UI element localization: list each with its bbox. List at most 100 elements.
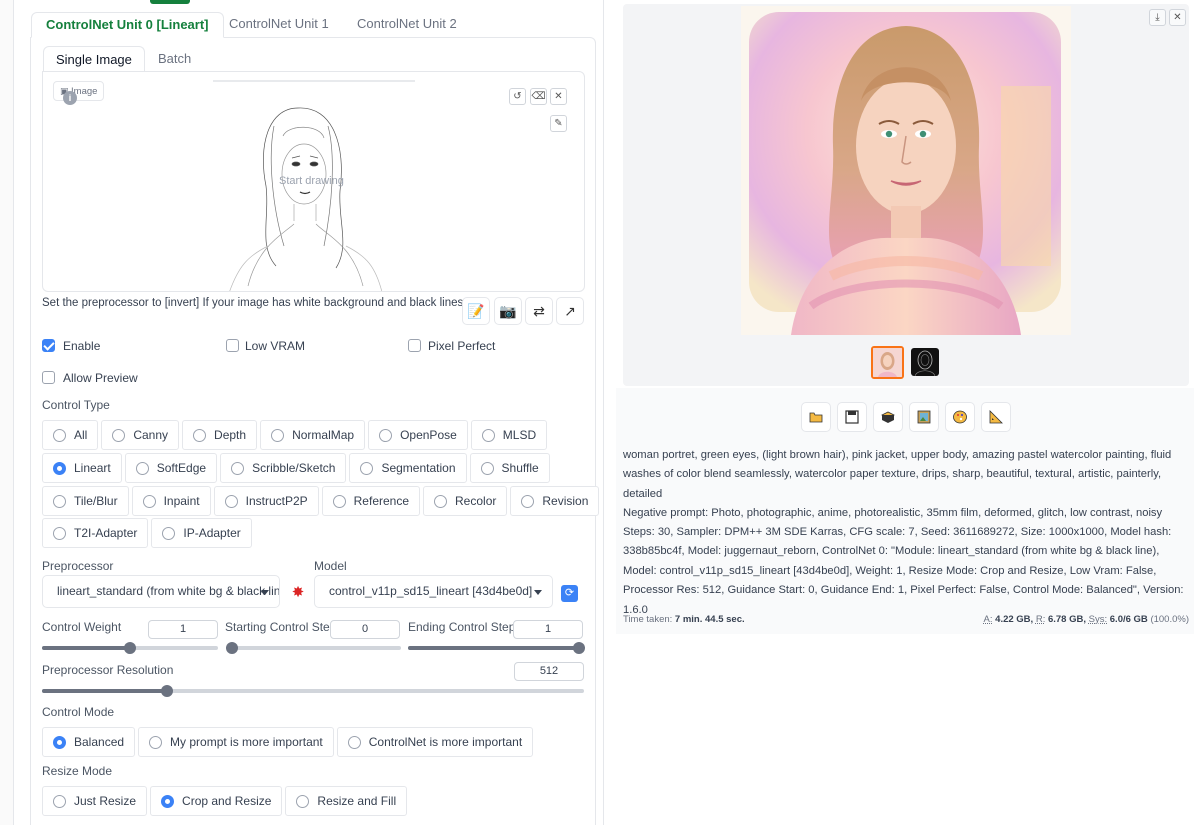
radio-label: Resize and Fill <box>317 794 397 808</box>
send-to-extras-icon[interactable] <box>981 402 1011 432</box>
control-type-lineart[interactable]: Lineart <box>42 453 122 483</box>
radio-dot <box>53 494 66 508</box>
radio-label: Recolor <box>455 494 497 508</box>
radio-label: Segmentation <box>381 461 456 475</box>
control-type-depth[interactable]: Depth <box>182 420 258 450</box>
radio-label: All <box>74 428 88 442</box>
swap-icon[interactable]: ⇄ <box>525 297 553 325</box>
slider-fill <box>42 689 167 693</box>
control-mode-balanced[interactable]: Balanced <box>42 727 136 757</box>
send-to-img2img-icon[interactable] <box>909 402 939 432</box>
image-label-badge: ▣ Image <box>53 81 105 101</box>
ending-control-step-slider[interactable] <box>408 642 585 654</box>
radio-label: InstructP2P <box>245 494 308 508</box>
send-dimensions-icon[interactable]: ↗ <box>556 297 584 325</box>
control-type-normalmap[interactable]: NormalMap <box>260 420 366 450</box>
control-type-mlsd[interactable]: MLSD <box>470 420 548 450</box>
control-type-openpose[interactable]: OpenPose <box>368 420 468 450</box>
resize-mode-just-resize[interactable]: Just Resize <box>42 786 148 816</box>
radio-dot <box>224 494 238 508</box>
control-type-ip-adapter[interactable]: IP-Adapter <box>151 518 252 548</box>
slider-thumb[interactable] <box>160 685 173 697</box>
save-icon[interactable] <box>837 402 867 432</box>
brush-icon[interactable]: ✎ <box>550 115 567 132</box>
control-type-canny[interactable]: Canny <box>101 420 180 450</box>
undo-icon[interactable]: ↺ <box>509 88 526 105</box>
control-type-reference[interactable]: Reference <box>321 486 421 516</box>
zip-icon[interactable] <box>873 402 903 432</box>
tab-controlnet-unit-1[interactable]: ControlNet Unit 1 <box>215 12 343 38</box>
allow-preview-label: Allow Preview <box>63 371 138 385</box>
pixel-perfect-checkbox[interactable] <box>408 339 421 352</box>
accordion-indicator <box>150 0 190 4</box>
send-to-inpaint-icon[interactable] <box>945 402 975 432</box>
tab-controlnet-unit-0[interactable]: ControlNet Unit 0 [Lineart] <box>31 12 224 38</box>
ending-control-step-input[interactable]: 1 <box>513 620 583 639</box>
control-type-instructp2p[interactable]: InstructP2P <box>213 486 319 516</box>
resize-mode-crop-and-resize[interactable]: Crop and Resize <box>150 786 283 816</box>
starting-control-step-slider[interactable] <box>226 642 401 654</box>
control-type-shuffle[interactable]: Shuffle <box>469 453 550 483</box>
vram-reserved-label: R: <box>1035 614 1046 625</box>
control-type-recolor[interactable]: Recolor <box>423 486 508 516</box>
refresh-models-icon[interactable]: ⟳ <box>561 585 578 602</box>
negative-prompt-text: Negative prompt: Photo, photographic, an… <box>623 507 1163 519</box>
model-dropdown[interactable]: control_v11p_sd15_lineart [43d4be0d] <box>314 575 553 608</box>
new-canvas-icon[interactable]: 📝 <box>462 297 490 325</box>
camera-icon[interactable]: 📷 <box>494 297 522 325</box>
tab-controlnet-unit-2[interactable]: ControlNet Unit 2 <box>343 12 471 38</box>
close-icon[interactable]: ✕ <box>550 88 567 105</box>
control-type-softedge[interactable]: SoftEdge <box>124 453 218 483</box>
control-mode-controlnet-important[interactable]: ControlNet is more important <box>336 727 534 757</box>
control-mode-prompt-important[interactable]: My prompt is more important <box>138 727 334 757</box>
control-type-scribble[interactable]: Scribble/Sketch <box>220 453 347 483</box>
control-type-all[interactable]: All <box>42 420 99 450</box>
close-gallery-icon[interactable]: ✕ <box>1169 9 1186 26</box>
control-weight-input[interactable]: 1 <box>148 620 218 639</box>
vram-active-value: 4.22 GB, <box>995 614 1034 625</box>
info-icon[interactable]: i <box>63 91 77 105</box>
preprocessor-resolution-slider[interactable] <box>42 685 584 697</box>
image-canvas[interactable]: ▣ Image i Start drawing ↺ ⌫ ✕ ✎ <box>42 71 585 292</box>
tab-batch[interactable]: Batch <box>146 46 203 72</box>
allow-preview-checkbox[interactable] <box>42 371 55 384</box>
radio-dot <box>481 428 495 442</box>
control-type-segmentation[interactable]: Segmentation <box>349 453 467 483</box>
preprocessor-dropdown[interactable]: lineart_standard (from white bg & black … <box>42 575 280 608</box>
vram-usage: A: 4.22 GB, R: 6.78 GB, Sys: 6.0/6 GB (1… <box>984 614 1189 625</box>
radio-label: Depth <box>214 428 247 442</box>
time-taken-label: Time taken: <box>623 614 673 625</box>
control-weight-slider[interactable] <box>42 642 218 654</box>
control-type-inpaint[interactable]: Inpaint <box>131 486 211 516</box>
resize-mode-resize-and-fill[interactable]: Resize and Fill <box>285 786 408 816</box>
ruler-glyph <box>989 410 1003 424</box>
radio-dot-selected <box>53 461 66 475</box>
starting-control-step-input[interactable]: 0 <box>330 620 400 639</box>
folder-glyph <box>809 412 823 423</box>
thumbnail-lineart[interactable] <box>911 348 939 376</box>
control-type-row-2: Lineart SoftEdge Scribble/Sketch Segment… <box>42 453 553 483</box>
slider-thumb[interactable] <box>573 642 585 654</box>
run-preprocessor-icon[interactable]: ✸ <box>289 584 307 602</box>
eraser-icon[interactable]: ⌫ <box>530 88 547 105</box>
preprocessor-resolution-input[interactable]: 512 <box>514 662 584 681</box>
generated-image[interactable] <box>741 6 1071 335</box>
zip-glyph <box>881 411 895 423</box>
radio-dot-selected <box>53 735 66 749</box>
enable-checkbox[interactable] <box>42 339 55 352</box>
radio-dot <box>53 794 66 808</box>
slider-thumb[interactable] <box>124 642 136 654</box>
low-vram-checkbox[interactable] <box>226 339 239 352</box>
control-type-t2i-adapter[interactable]: T2I-Adapter <box>42 518 149 548</box>
control-type-revision[interactable]: Revision <box>510 486 600 516</box>
tab-single-image[interactable]: Single Image <box>43 46 145 72</box>
radio-dot <box>347 735 361 749</box>
download-icon[interactable]: ⤓ <box>1149 9 1166 26</box>
folder-icon[interactable] <box>801 402 831 432</box>
chevron-down-icon <box>261 590 269 595</box>
radio-label: Balanced <box>74 735 125 749</box>
vram-sys-label: Sys: <box>1088 614 1108 625</box>
thumbnail-output[interactable] <box>871 346 904 379</box>
slider-thumb[interactable] <box>226 642 238 654</box>
control-type-tile-blur[interactable]: Tile/Blur <box>42 486 129 516</box>
